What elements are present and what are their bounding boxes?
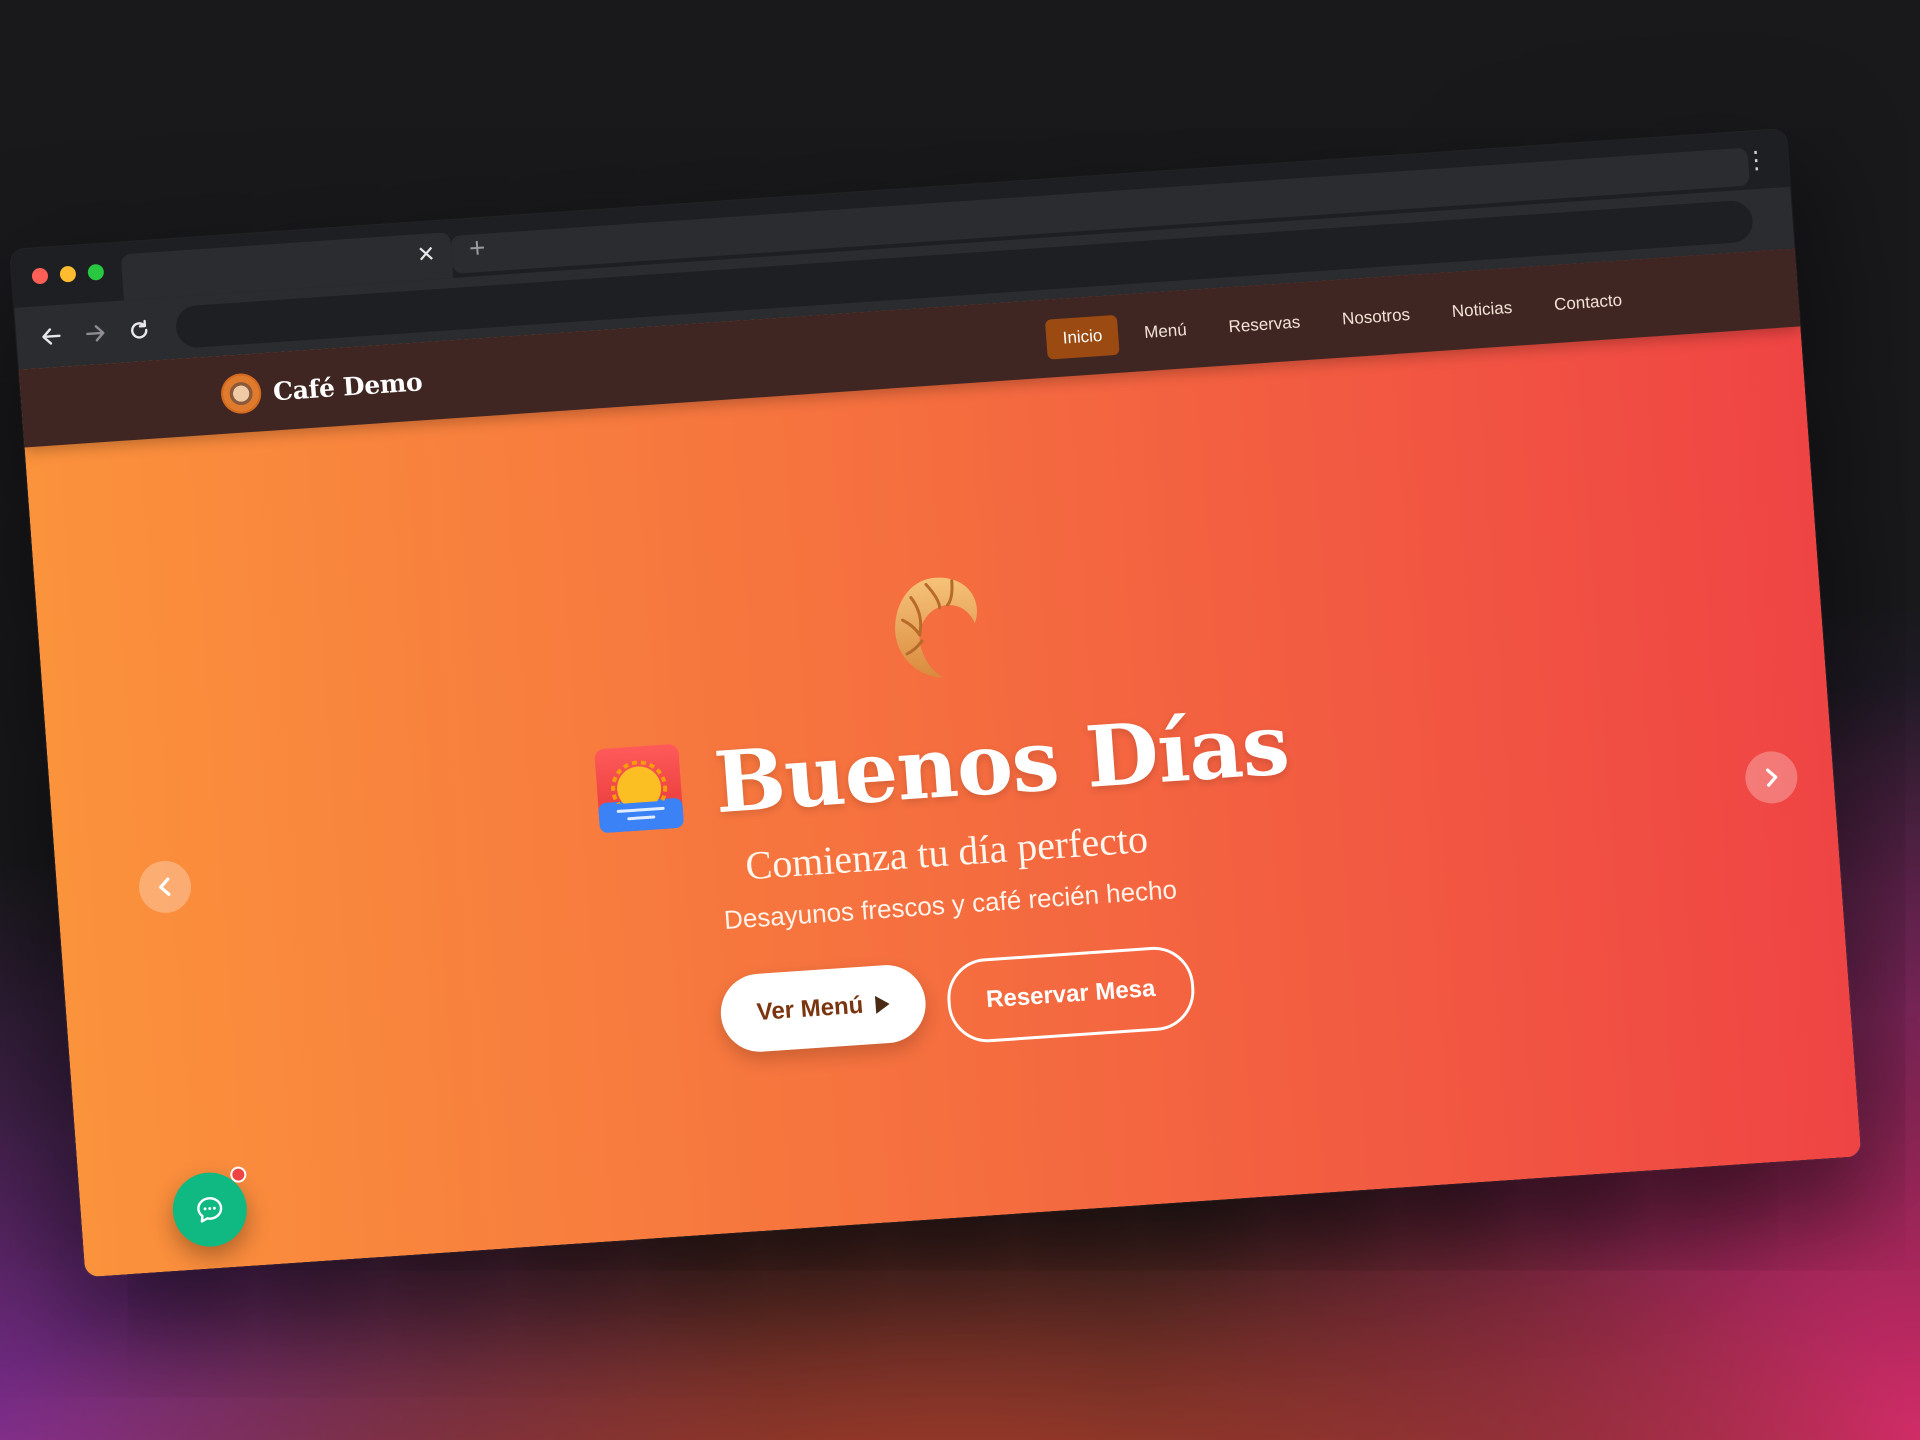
minimize-window-button[interactable] <box>59 265 77 283</box>
forward-arrow-icon[interactable] <box>77 315 113 351</box>
coffee-logo-icon <box>219 372 263 415</box>
view-menu-label: Ver Menú <box>755 991 865 1026</box>
nav-item-menu[interactable]: Menú <box>1127 309 1204 354</box>
window-controls <box>31 263 105 285</box>
close-window-button[interactable] <box>31 267 49 285</box>
nav-item-nosotros[interactable]: Nosotros <box>1325 294 1428 341</box>
browser-menu-icon[interactable]: ⋮ <box>1743 146 1769 175</box>
maximize-window-button[interactable] <box>87 263 105 281</box>
reserve-table-button[interactable]: Reservar Mesa <box>944 944 1198 1045</box>
hero-title: Buenos Días <box>710 694 1292 833</box>
web-page: Buenos Días Comienza tu día perfecto Des… <box>18 248 1862 1278</box>
hero-content: Buenos Días Comienza tu día perfecto Des… <box>38 508 1849 1105</box>
nav-item-inicio[interactable]: Inicio <box>1045 314 1120 360</box>
brand[interactable]: Café Demo <box>219 361 424 415</box>
nav-item-noticias[interactable]: Noticias <box>1434 287 1529 333</box>
desktop-background: ✕ + ⋮ Buenos Días Comienza tu día perfec… <box>0 0 1920 1440</box>
reload-icon[interactable] <box>121 312 157 348</box>
brand-name: Café Demo <box>272 366 424 406</box>
browser-window: ✕ + ⋮ Buenos Días Comienza tu día perfec… <box>10 128 1862 1278</box>
reserve-table-label: Reservar Mesa <box>985 974 1157 1014</box>
hero-title-row: Buenos Días <box>589 694 1292 840</box>
notification-dot <box>229 1166 247 1184</box>
chat-icon <box>197 1197 223 1223</box>
sunrise-icon <box>594 743 684 833</box>
croissant-icon <box>895 577 977 678</box>
chat-button[interactable] <box>170 1166 250 1250</box>
nav-item-contacto[interactable]: Contacto <box>1537 279 1640 326</box>
view-menu-button[interactable]: Ver Menú <box>718 962 928 1055</box>
tab-close-icon[interactable]: ✕ <box>416 241 436 267</box>
hero-actions: Ver Menú Reservar Mesa <box>718 944 1198 1060</box>
play-icon <box>874 994 890 1014</box>
new-tab-icon[interactable]: + <box>468 232 487 264</box>
nav-item-reservas[interactable]: Reservas <box>1211 301 1318 348</box>
back-arrow-icon[interactable] <box>33 318 69 354</box>
